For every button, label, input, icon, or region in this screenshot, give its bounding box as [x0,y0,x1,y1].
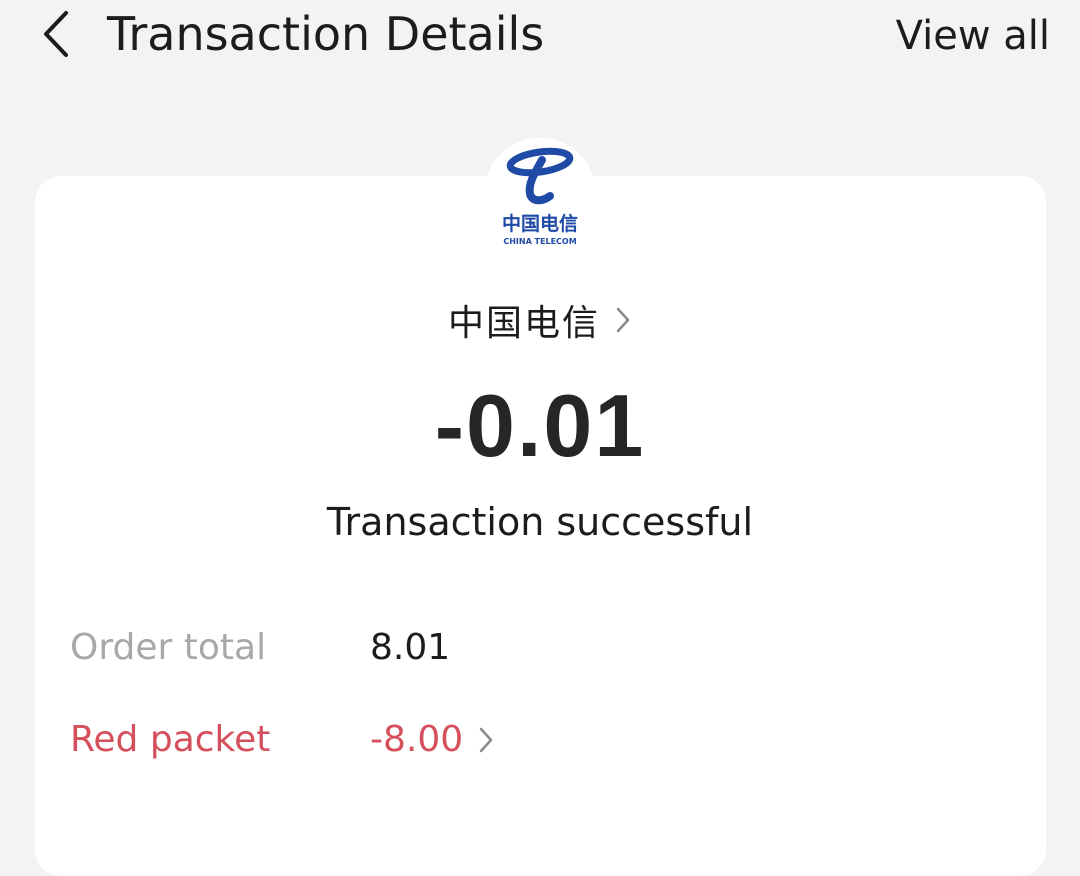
back-button[interactable] [28,4,82,64]
red-packet-value: -8.00 [370,719,464,760]
chevron-right-icon [614,305,632,335]
order-total-label: Order total [70,627,267,668]
red-packet-label: Red packet [70,719,271,760]
logo-english-text: CHINA TELECOM [503,237,576,246]
page-title: Transaction Details [107,7,545,61]
chevron-right-icon [477,725,495,755]
merchant-name: 中国电信 [447,303,600,344]
header-bar: Transaction Details View all [0,0,1080,80]
order-total-row: Order total 8.01 [70,622,970,674]
order-total-value: 8.01 [370,627,451,668]
merchant-logo: 中国电信 CHINA TELECOM [484,138,596,250]
transaction-status: Transaction successful [326,500,754,544]
view-all-link[interactable]: View all [896,8,1050,64]
china-telecom-logo-icon: 中国电信 CHINA TELECOM [502,147,578,246]
logo-chinese-text: 中国电信 [502,212,578,235]
merchant-link[interactable]: 中国电信 [0,292,1080,348]
transaction-amount: -0.01 [434,376,646,475]
red-packet-value-group: -8.00 [370,714,495,766]
chevron-left-icon [44,11,68,57]
red-packet-row[interactable]: Red packet -8.00 [70,714,970,766]
